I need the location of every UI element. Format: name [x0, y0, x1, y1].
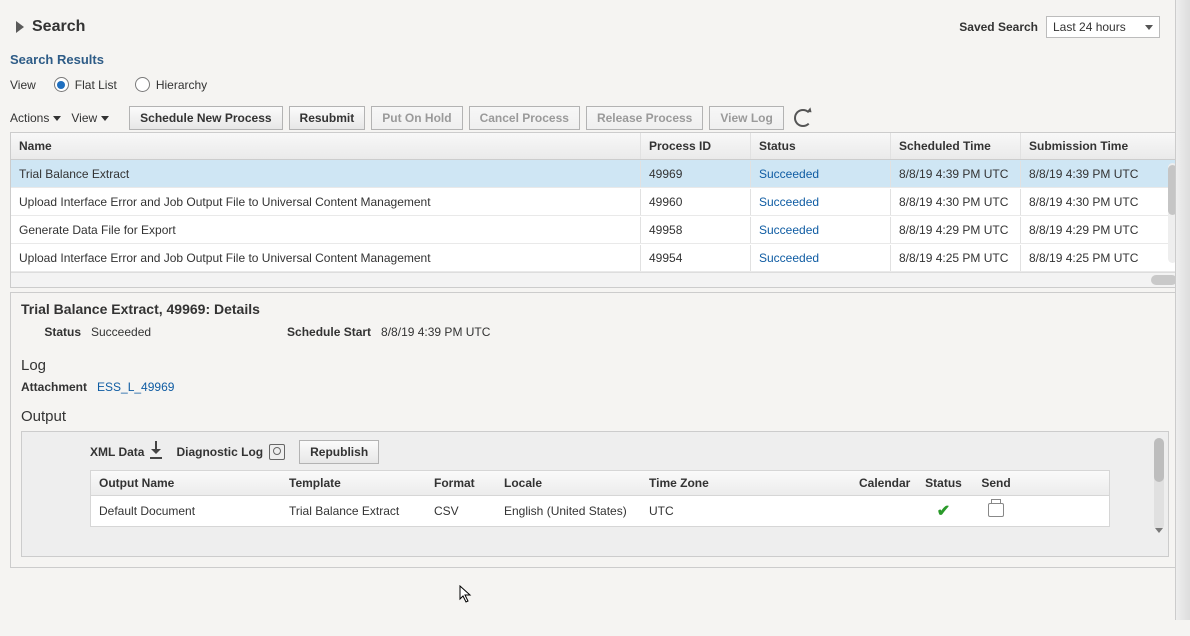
cell-status: ✔: [916, 496, 971, 526]
col-process-id[interactable]: Process ID: [641, 133, 751, 159]
cell-process-id: 49960: [641, 189, 751, 215]
details-status-value: Succeeded: [91, 325, 151, 339]
process-table: Name Process ID Status Scheduled Time Su…: [10, 132, 1180, 288]
printer-icon: [988, 503, 1004, 517]
radio-icon: [54, 77, 69, 92]
table-h-scrollbar[interactable]: [11, 272, 1179, 287]
cell-name: Generate Data File for Export: [11, 217, 641, 243]
ocol-status[interactable]: Status: [916, 471, 971, 495]
cell-format: CSV: [426, 499, 496, 523]
diagnostic-icon[interactable]: [269, 444, 285, 460]
xml-data-link[interactable]: XML Data: [90, 445, 144, 459]
table-row[interactable]: Trial Balance Extract49969 Succeeded 8/8/1…: [11, 160, 1179, 188]
cell-submission: 8/8/19 4:39 PM UTC: [1021, 161, 1151, 187]
details-status-label: Status: [21, 325, 81, 339]
cell-submission: 8/8/19 4:25 PM UTC: [1021, 245, 1151, 271]
status-link[interactable]: Succeeded: [759, 195, 819, 209]
table-row[interactable]: Upload Interface Error and Job Output Fi…: [11, 244, 1179, 272]
cell-name: Upload Interface Error and Job Output Fi…: [11, 189, 641, 215]
resubmit-button[interactable]: Resubmit: [289, 106, 366, 130]
diagnostic-log-link[interactable]: Diagnostic Log: [176, 445, 263, 459]
put-on-hold-button[interactable]: Put On Hold: [371, 106, 462, 130]
ocol-calendar[interactable]: Calendar: [851, 471, 916, 495]
cancel-process-button[interactable]: Cancel Process: [469, 106, 580, 130]
view-menu[interactable]: View: [71, 111, 109, 125]
radio-hierarchy-label: Hierarchy: [156, 78, 207, 92]
cell-locale: English (United States): [496, 499, 641, 523]
view-log-button[interactable]: View Log: [709, 106, 783, 130]
cell-output-name: Default Document: [91, 499, 281, 523]
saved-search-label: Saved Search: [959, 20, 1038, 34]
cell-status: Succeeded: [751, 189, 891, 215]
attachment-label: Attachment: [21, 380, 87, 394]
republish-button[interactable]: Republish: [299, 440, 379, 464]
chevron-down-icon: [53, 116, 61, 121]
ocol-format[interactable]: Format: [426, 471, 496, 495]
details-schedule-value: 8/8/19 4:39 PM UTC: [381, 325, 490, 339]
log-title: Log: [21, 357, 1169, 374]
search-disclosure[interactable]: Search: [16, 18, 85, 36]
attachment-link[interactable]: ESS_L_49969: [97, 380, 174, 394]
saved-search-select[interactable]: Last 24 hours: [1046, 16, 1160, 38]
table-row[interactable]: Generate Data File for Export49958 Succee…: [11, 216, 1179, 244]
cell-submission: 8/8/19 4:30 PM UTC: [1021, 189, 1151, 215]
col-scheduled-time[interactable]: Scheduled Time: [891, 133, 1021, 159]
col-status[interactable]: Status: [751, 133, 891, 159]
status-link[interactable]: Succeeded: [759, 223, 819, 237]
search-title: Search: [32, 18, 85, 36]
output-row[interactable]: Default Document Trial Balance Extract C…: [91, 496, 1109, 526]
radio-hierarchy[interactable]: Hierarchy: [135, 77, 207, 92]
cell-scheduled: 8/8/19 4:25 PM UTC: [891, 245, 1021, 271]
page-scrollbar-thumb[interactable]: [1178, 4, 1188, 64]
cell-scheduled: 8/8/19 4:30 PM UTC: [891, 189, 1021, 215]
output-scrollbar[interactable]: [1154, 438, 1164, 530]
ocol-template[interactable]: Template: [281, 471, 426, 495]
cell-status: Succeeded: [751, 161, 891, 187]
view-label: View: [10, 78, 36, 92]
download-icon[interactable]: [150, 445, 162, 459]
radio-icon: [135, 77, 150, 92]
output-title: Output: [21, 408, 1169, 425]
cell-status: Succeeded: [751, 217, 891, 243]
col-name[interactable]: Name: [11, 133, 641, 159]
status-link[interactable]: Succeeded: [759, 251, 819, 265]
chevron-down-icon: [101, 116, 109, 121]
cell-submission: 8/8/19 4:29 PM UTC: [1021, 217, 1151, 243]
output-table: Output Name Template Format Locale Time …: [90, 470, 1110, 527]
release-process-button[interactable]: Release Process: [586, 106, 703, 130]
refresh-icon[interactable]: [794, 109, 812, 127]
search-results-title: Search Results: [10, 52, 1180, 67]
cell-send[interactable]: [971, 498, 1021, 525]
details-title: Trial Balance Extract, 49969: Details: [21, 301, 1169, 317]
cell-calendar: [851, 506, 916, 516]
ocol-send[interactable]: Send: [971, 471, 1021, 495]
check-icon: ✔: [937, 503, 950, 520]
cell-scheduled: 8/8/19 4:39 PM UTC: [891, 161, 1021, 187]
status-link[interactable]: Succeeded: [759, 167, 819, 181]
table-scrollbar[interactable]: [1168, 163, 1177, 263]
details-schedule-label: Schedule Start: [271, 325, 371, 339]
actions-menu[interactable]: Actions: [10, 111, 61, 125]
radio-flat-list-label: Flat List: [75, 78, 117, 92]
cell-template: Trial Balance Extract: [281, 499, 426, 523]
mouse-cursor-icon: [459, 585, 473, 603]
cell-timezone: UTC: [641, 499, 851, 523]
cell-process-id: 49958: [641, 217, 751, 243]
cell-process-id: 49954: [641, 245, 751, 271]
chevron-down-icon: [1145, 25, 1153, 30]
schedule-new-process-button[interactable]: Schedule New Process: [129, 106, 282, 130]
cell-process-id: 49969: [641, 161, 751, 187]
ocol-output-name[interactable]: Output Name: [91, 471, 281, 495]
cell-name: Upload Interface Error and Job Output Fi…: [11, 245, 641, 271]
cell-name: Trial Balance Extract: [11, 161, 641, 187]
saved-search-value: Last 24 hours: [1053, 20, 1126, 34]
triangle-right-icon: [16, 21, 24, 33]
cell-status: Succeeded: [751, 245, 891, 271]
ocol-locale[interactable]: Locale: [496, 471, 641, 495]
ocol-timezone[interactable]: Time Zone: [641, 471, 851, 495]
table-row[interactable]: Upload Interface Error and Job Output Fi…: [11, 188, 1179, 216]
radio-flat-list[interactable]: Flat List: [54, 77, 117, 92]
col-submission-time[interactable]: Submission Time: [1021, 133, 1151, 159]
cell-scheduled: 8/8/19 4:29 PM UTC: [891, 217, 1021, 243]
